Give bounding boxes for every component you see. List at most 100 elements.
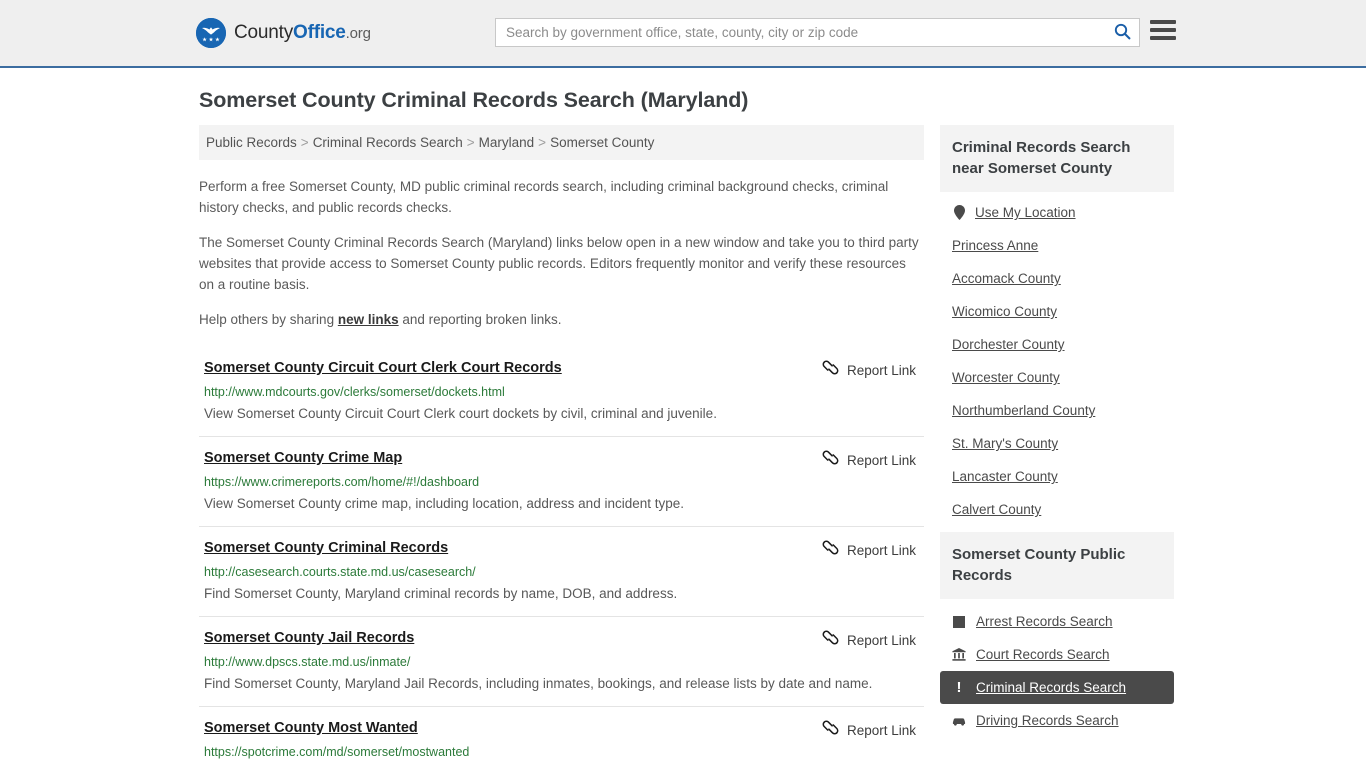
nearby-link[interactable]: Northumberland County bbox=[952, 403, 1095, 418]
result-item: Somerset County Crime Map Report Link ht… bbox=[199, 436, 924, 526]
report-link-label: Report Link bbox=[846, 542, 916, 558]
exclamation-icon: ! bbox=[956, 679, 962, 696]
breadcrumb-item-criminal-records-search[interactable]: Criminal Records Search bbox=[313, 135, 463, 150]
report-link-label: Report Link bbox=[846, 722, 916, 738]
sidebar-item-northumberland-county[interactable]: Northumberland County bbox=[952, 394, 1174, 427]
intro-p3-after: and reporting broken links. bbox=[398, 312, 562, 327]
broken-link-icon bbox=[822, 540, 839, 560]
results-list: Somerset County Circuit Court Clerk Cour… bbox=[199, 348, 924, 768]
intro-paragraph-3: Help others by sharing new links and rep… bbox=[199, 309, 924, 330]
breadcrumb-item-somerset-county[interactable]: Somerset County bbox=[550, 135, 654, 150]
nearby-link[interactable]: Wicomico County bbox=[952, 304, 1057, 319]
nearby-searches-heading: Criminal Records Search near Somerset Co… bbox=[940, 125, 1174, 192]
sidebar-item-criminal-records-search[interactable]: ! Criminal Records Search bbox=[940, 671, 1174, 704]
brand-part-county: County bbox=[234, 22, 294, 43]
result-description: View Somerset County Circuit Court Clerk… bbox=[204, 406, 717, 421]
broken-link-icon bbox=[822, 450, 839, 470]
use-my-location-link[interactable]: Use My Location bbox=[975, 205, 1076, 220]
map-pin-icon bbox=[952, 205, 966, 220]
site-header: CountyOffice.org bbox=[0, 0, 1366, 68]
search-bar[interactable] bbox=[495, 18, 1140, 47]
sidebar-item-st-marys-county[interactable]: St. Mary's County bbox=[952, 427, 1174, 460]
result-url: https://spotcrime.com/md/somerset/mostwa… bbox=[204, 745, 470, 759]
result-title-link[interactable]: Somerset County Most Wanted bbox=[199, 720, 418, 736]
sidebar-item-wicomico-county[interactable]: Wicomico County bbox=[952, 295, 1174, 328]
content-layout: Public Records > Criminal Records Search > M… bbox=[199, 125, 1174, 768]
site-logo[interactable]: CountyOffice.org bbox=[196, 18, 371, 48]
result-header: Somerset County Circuit Court Clerk Cour… bbox=[199, 360, 924, 380]
nearby-searches-card: Criminal Records Search near Somerset Co… bbox=[940, 125, 1174, 526]
result-url: http://casesearch.courts.state.md.us/cas… bbox=[204, 565, 476, 579]
broken-link-icon bbox=[822, 720, 839, 740]
result-title-link[interactable]: Somerset County Circuit Court Clerk Cour… bbox=[199, 360, 562, 376]
result-title-link[interactable]: Somerset County Criminal Records bbox=[199, 540, 448, 556]
use-my-location-item[interactable]: Use My Location bbox=[952, 196, 1174, 229]
report-link-button[interactable]: Report Link bbox=[822, 540, 924, 560]
sidebar-item-lancaster-county[interactable]: Lancaster County bbox=[952, 460, 1174, 493]
report-link-button[interactable]: Report Link bbox=[822, 360, 924, 380]
result-title-link[interactable]: Somerset County Jail Records bbox=[199, 630, 414, 646]
sidebar-item-arrest-records-search[interactable]: Arrest Records Search bbox=[940, 605, 1174, 638]
sidebar-item-princess-anne[interactable]: Princess Anne bbox=[952, 229, 1174, 262]
result-title-link[interactable]: Somerset County Crime Map bbox=[199, 450, 402, 466]
report-link-button[interactable]: Report Link bbox=[822, 720, 924, 740]
breadcrumb: Public Records > Criminal Records Search > M… bbox=[199, 125, 924, 160]
courthouse-icon bbox=[952, 648, 966, 661]
nearby-link[interactable]: Worcester County bbox=[952, 370, 1060, 385]
result-url: https://www.crimereports.com/home/#!/das… bbox=[204, 475, 480, 489]
breadcrumb-item-maryland[interactable]: Maryland bbox=[479, 135, 535, 150]
public-records-heading: Somerset County Public Records bbox=[940, 532, 1174, 599]
nearby-link[interactable]: Accomack County bbox=[952, 271, 1061, 286]
sidebar-item-worcester-county[interactable]: Worcester County bbox=[952, 361, 1174, 394]
records-link[interactable]: Criminal Records Search bbox=[976, 680, 1126, 695]
sidebar-item-driving-records-search[interactable]: Driving Records Search bbox=[940, 704, 1174, 737]
records-link[interactable]: Driving Records Search bbox=[976, 713, 1119, 728]
result-item: Somerset County Criminal Records Report … bbox=[199, 526, 924, 616]
breadcrumb-separator: > bbox=[300, 135, 309, 150]
result-header: Somerset County Most Wanted Report Link bbox=[199, 720, 924, 740]
sidebar-item-calvert-county[interactable]: Calvert County bbox=[952, 493, 1174, 526]
nearby-link[interactable]: Princess Anne bbox=[952, 238, 1038, 253]
search-input[interactable] bbox=[496, 19, 1105, 46]
result-url: http://www.mdcourts.gov/clerks/somerset/… bbox=[204, 385, 505, 399]
fingerprint-square-icon bbox=[952, 615, 966, 628]
public-records-list: Arrest Records Search Court Records Sear… bbox=[940, 599, 1174, 737]
sidebar-item-court-records-search[interactable]: Court Records Search bbox=[940, 638, 1174, 671]
nearby-link[interactable]: St. Mary's County bbox=[952, 436, 1058, 451]
result-description: Find Somerset County, Maryland Jail Reco… bbox=[204, 676, 873, 691]
report-link-button[interactable]: Report Link bbox=[822, 450, 924, 470]
result-description: View Somerset County crime map, includin… bbox=[204, 496, 685, 511]
sidebar-item-dorchester-county[interactable]: Dorchester County bbox=[952, 328, 1174, 361]
search-button[interactable] bbox=[1105, 19, 1139, 46]
records-link[interactable]: Arrest Records Search bbox=[976, 614, 1113, 629]
records-link[interactable]: Court Records Search bbox=[976, 647, 1110, 662]
hamburger-menu-icon[interactable] bbox=[1150, 20, 1176, 40]
nearby-link[interactable]: Lancaster County bbox=[952, 469, 1058, 484]
result-item: Somerset County Circuit Court Clerk Cour… bbox=[199, 348, 924, 436]
nearby-link[interactable]: Calvert County bbox=[952, 502, 1041, 517]
sidebar-item-accomack-county[interactable]: Accomack County bbox=[952, 262, 1174, 295]
report-link-label: Report Link bbox=[846, 632, 916, 648]
nearby-searches-list: Use My Location Princess Anne Accomack C… bbox=[940, 192, 1174, 526]
result-url: http://www.dpscs.state.md.us/inmate/ bbox=[204, 655, 411, 669]
result-header: Somerset County Crime Map Report Link bbox=[199, 450, 924, 470]
search-icon bbox=[1114, 23, 1131, 43]
broken-link-icon bbox=[822, 630, 839, 650]
intro-paragraph-2: The Somerset County Criminal Records Sea… bbox=[199, 235, 919, 292]
result-item: Somerset County Jail Records Report Link… bbox=[199, 616, 924, 706]
broken-link-icon bbox=[822, 360, 839, 380]
report-link-button[interactable]: Report Link bbox=[822, 630, 924, 650]
nearby-link[interactable]: Dorchester County bbox=[952, 337, 1065, 352]
intro-p3-before: Help others by sharing bbox=[199, 312, 338, 327]
page-title: Somerset County Criminal Records Search … bbox=[199, 88, 749, 112]
new-links-link[interactable]: new links bbox=[338, 312, 399, 327]
eagle-shield-logo-icon bbox=[196, 18, 226, 48]
brand-wordmark: CountyOffice.org bbox=[234, 22, 371, 44]
breadcrumb-separator: > bbox=[466, 135, 475, 150]
car-icon bbox=[952, 716, 966, 726]
intro-paragraph-1: Perform a free Somerset County, MD publi… bbox=[199, 179, 889, 215]
result-item: Somerset County Most Wanted Report Link … bbox=[199, 706, 924, 768]
main-column: Public Records > Criminal Records Search > M… bbox=[199, 125, 924, 768]
brand-part-office: Office bbox=[293, 22, 346, 43]
breadcrumb-item-public-records[interactable]: Public Records bbox=[206, 135, 297, 150]
